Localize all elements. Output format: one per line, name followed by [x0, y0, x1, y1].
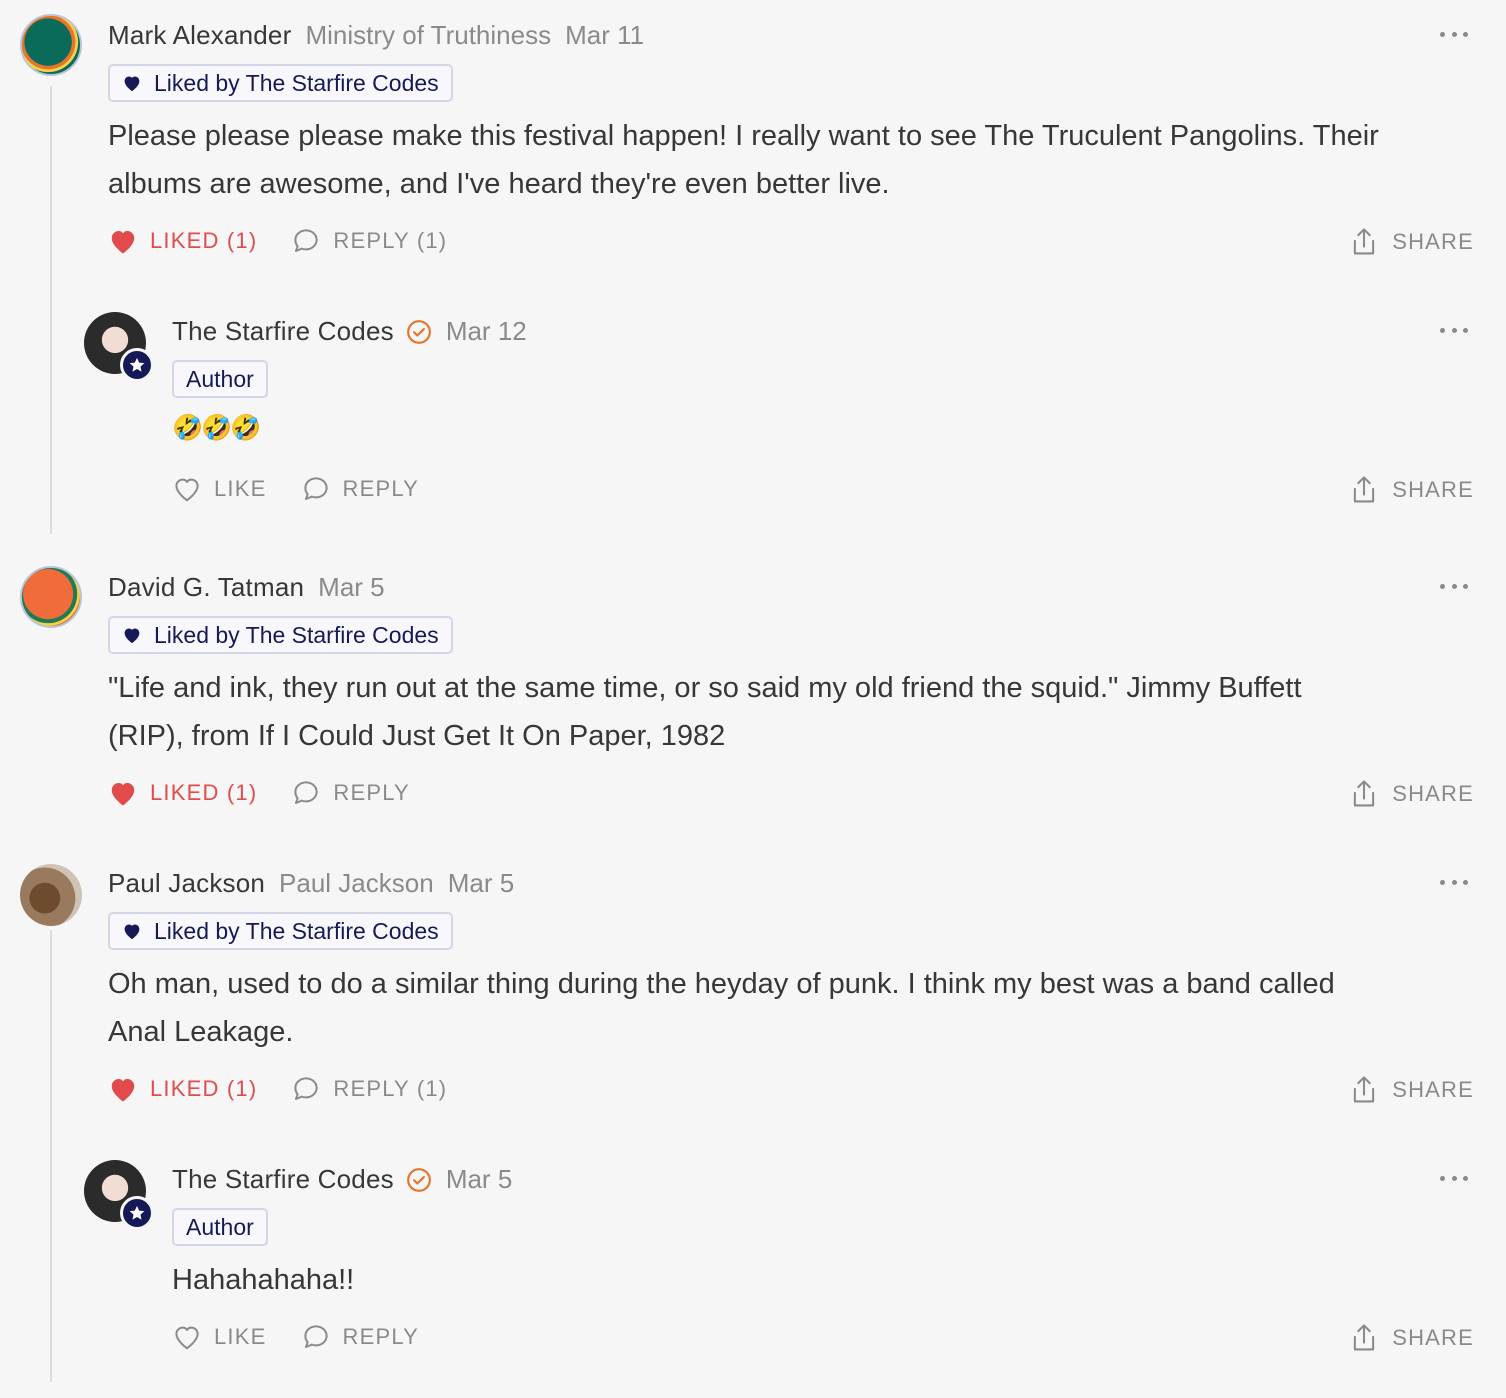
star-icon [129, 1205, 145, 1220]
commenter-name[interactable]: The Starfire Codes [172, 1164, 394, 1195]
share-button[interactable]: SHARE [1350, 1074, 1474, 1106]
commenter-name[interactable]: Mark Alexander [108, 20, 291, 51]
more-dots-icon[interactable] [1440, 32, 1468, 40]
share-icon [1354, 1076, 1375, 1103]
liked-by-author-badge: Liked by The Starfire Codes [108, 616, 453, 654]
heart-outline-icon [175, 478, 199, 502]
heart-filled-icon [124, 924, 140, 940]
share-icon [1354, 1324, 1375, 1351]
liked-by-author-badge: Liked by The Starfire Codes [108, 912, 453, 950]
comment-bubble-icon [303, 1325, 328, 1348]
commenter-publication[interactable]: Ministry of Truthiness [305, 20, 551, 51]
author-badge: Author [172, 1208, 268, 1246]
heart-filled-icon [124, 628, 140, 644]
verified-check-icon [406, 319, 431, 344]
comment-text: Please please please make this festival … [108, 120, 1379, 200]
reply-button[interactable]: REPLY [291, 778, 410, 808]
avatar[interactable] [20, 566, 82, 628]
share-icon [1354, 228, 1375, 255]
like-button[interactable]: LIKE [172, 1323, 267, 1351]
share-button[interactable]: SHARE [1350, 226, 1474, 258]
avatar[interactable] [20, 864, 82, 926]
commenter-publication[interactable]: Paul Jackson [279, 868, 434, 899]
commenter-name[interactable]: David G. Tatman [108, 572, 304, 603]
comment-bubble-icon [294, 229, 319, 252]
liked-by-label: Liked by The Starfire Codes [154, 621, 439, 648]
more-dots-icon[interactable] [1440, 584, 1468, 592]
heart-filled-icon [124, 76, 140, 92]
heart-outline-icon [175, 1326, 199, 1350]
heart-filled-icon [111, 783, 135, 806]
comment-date[interactable]: Mar 5 [446, 1164, 512, 1195]
heart-filled-icon [111, 1079, 135, 1102]
reply-button[interactable]: REPLY [301, 1322, 420, 1352]
star-icon [129, 357, 145, 372]
commenter-name[interactable]: The Starfire Codes [172, 316, 394, 347]
share-button[interactable]: SHARE [1350, 778, 1474, 810]
author-star-badge [120, 348, 154, 382]
comment-text: Oh man, used to do a similar thing durin… [108, 968, 1335, 1048]
heart-filled-icon [111, 231, 135, 254]
more-dots-icon[interactable] [1440, 880, 1468, 888]
verified-check-icon [406, 1167, 431, 1192]
comment-date[interactable]: Mar 11 [565, 20, 644, 51]
comment-bubble-icon [303, 477, 328, 500]
comment-date[interactable]: Mar 12 [446, 316, 527, 347]
commenter-name[interactable]: Paul Jackson [108, 868, 265, 899]
author-badge: Author [172, 360, 268, 398]
liked-by-author-badge: Liked by The Starfire Codes [108, 64, 453, 102]
comment-text: "Life and ink, they run out at the same … [108, 672, 1302, 752]
like-button[interactable]: LIKED (1) [108, 1075, 257, 1103]
more-dots-icon[interactable] [1440, 328, 1468, 336]
reply-button[interactable]: REPLY (1) [291, 1074, 447, 1104]
avatar[interactable] [20, 14, 82, 76]
comment-date[interactable]: Mar 5 [318, 572, 384, 603]
comment-bubble-icon [294, 1077, 319, 1100]
comment-text: 🤣🤣🤣 [172, 414, 261, 442]
share-icon [1354, 476, 1375, 503]
like-button[interactable]: LIKED (1) [108, 227, 257, 255]
reply-button[interactable]: REPLY (1) [291, 226, 447, 256]
comment-text: Hahahahaha!! [172, 1264, 355, 1296]
thread-line [50, 930, 52, 1382]
reply-button[interactable]: REPLY [301, 474, 420, 504]
liked-by-label: Liked by The Starfire Codes [154, 917, 439, 944]
liked-by-label: Liked by The Starfire Codes [154, 69, 439, 96]
comment-date[interactable]: Mar 5 [448, 868, 514, 899]
share-button[interactable]: SHARE [1350, 474, 1474, 506]
like-button[interactable]: LIKE [172, 475, 267, 503]
author-star-badge [120, 1196, 154, 1230]
share-button[interactable]: SHARE [1350, 1322, 1474, 1354]
thread-line [50, 86, 52, 534]
like-button[interactable]: LIKED (1) [108, 779, 257, 807]
share-icon [1354, 780, 1375, 807]
more-dots-icon[interactable] [1440, 1176, 1468, 1184]
comment-bubble-icon [294, 781, 319, 804]
